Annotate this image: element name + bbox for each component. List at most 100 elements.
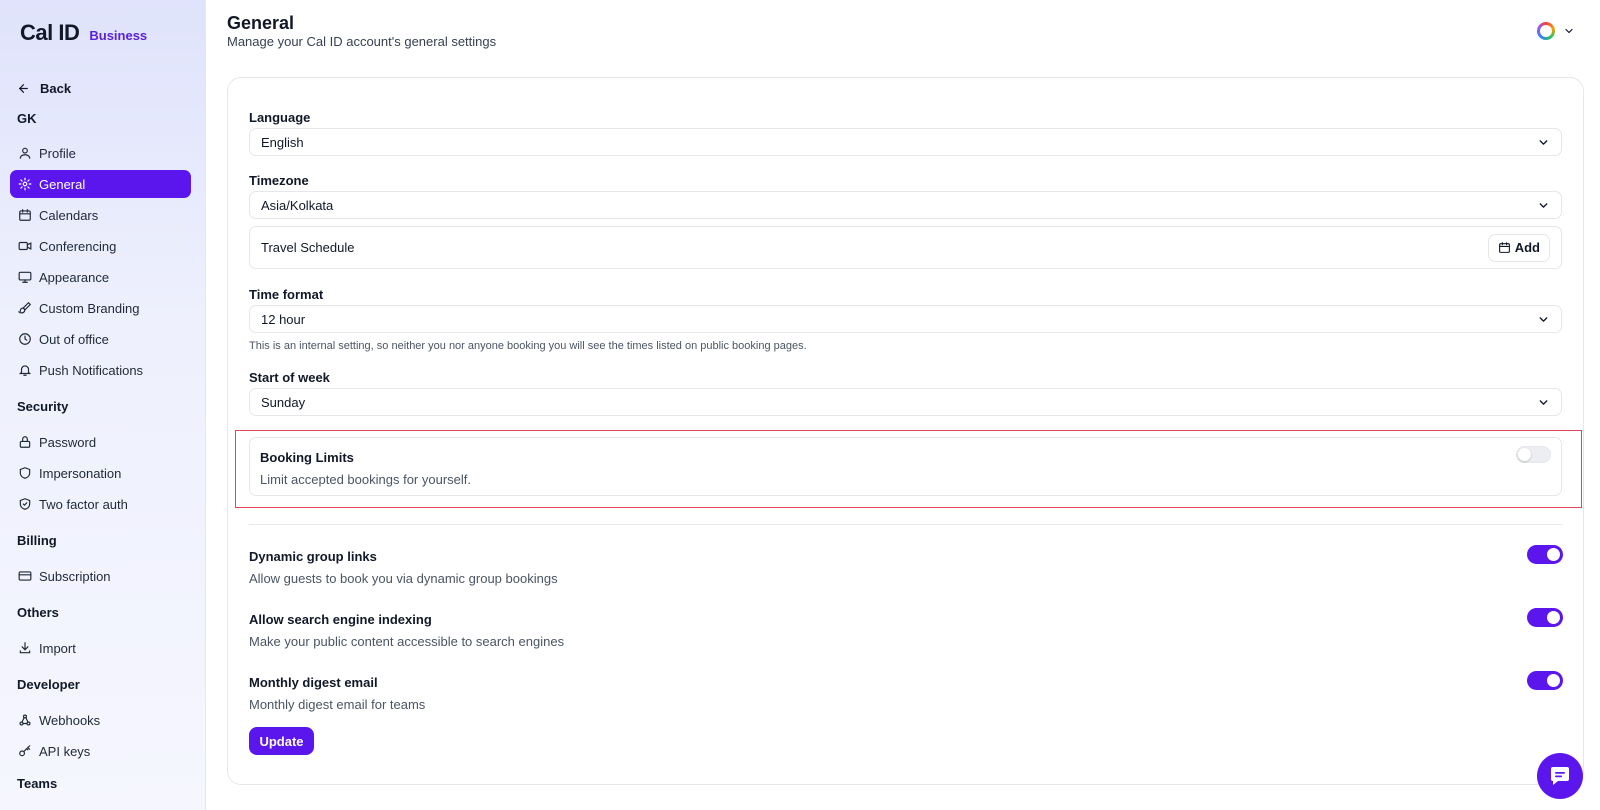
page-subtitle: Manage your Cal ID account's general set… [227,34,497,49]
language-value: English [261,134,304,150]
brand[interactable]: Cal ID Business [20,20,147,46]
time-format-hint: This is an internal setting, so neither … [249,340,807,352]
start-of-week-label: Start of week [249,370,330,385]
sidebar-item-out-of-office[interactable]: Out of office [10,325,191,353]
sidebar-item-label: Profile [39,145,76,161]
divider [249,524,1562,525]
monthly-digest-description: Monthly digest email for teams [249,697,426,712]
booking-limits-toggle[interactable] [1516,446,1551,463]
user-icon [19,147,31,159]
booking-limits-title: Booking Limits [260,450,354,465]
chevron-down-icon [1539,202,1548,208]
sidebar-item-webhooks[interactable]: Webhooks [10,706,191,734]
arrow-left-icon [19,84,28,93]
calendar-icon [1498,242,1510,253]
sidebar-item-subscription[interactable]: Subscription [10,562,191,590]
page-title: General [227,13,295,33]
chevron-down-icon [1539,399,1548,405]
update-button[interactable]: Update [249,727,314,755]
download-icon [19,642,31,654]
brand-logo: Cal ID [20,20,80,45]
back-label: Back [40,81,72,96]
search-indexing-title: Allow search engine indexing [249,612,432,627]
language-select[interactable]: English [249,128,1562,156]
sidebar-item-two-factor-auth[interactable]: Two factor auth [10,490,191,518]
search-indexing-toggle[interactable] [1527,608,1563,627]
timezone-value: Asia/Kolkata [261,197,334,213]
brand-tag: Business [89,28,148,43]
sidebar-item-impersonation[interactable]: Impersonation [10,459,191,487]
booking-limits-description: Limit accepted bookings for yourself. [260,472,471,487]
avatar [1537,22,1555,40]
timezone-select[interactable]: Asia/Kolkata [249,191,1562,219]
chat-button[interactable] [1537,753,1583,799]
user-menu[interactable] [1537,22,1575,40]
monitor-icon [18,271,32,283]
sidebar-item-import[interactable]: Import [10,634,191,662]
credit-card-icon [18,571,32,581]
sidebar-item-label: Impersonation [39,465,122,481]
time-format-value: 12 hour [261,311,306,327]
sidebar-item-conferencing[interactable]: Conferencing [10,232,191,260]
timezone-label: Timezone [249,173,309,188]
sidebar-item-label: Push Notifications [39,362,144,378]
sidebar: Cal ID Business Back GK Profile General … [0,0,206,810]
sidebar-item-label: Two factor auth [39,496,128,512]
dynamic-group-links-description: Allow guests to book you via dynamic gro… [249,571,558,586]
sidebar-item-label: Webhooks [39,712,101,728]
webhook-icon [19,714,31,726]
group-label-user: GK [17,111,37,126]
time-format-label: Time format [249,287,324,302]
sidebar-item-calendars[interactable]: Calendars [10,201,191,229]
shield-icon [19,467,31,479]
sidebar-item-push-notifications[interactable]: Push Notifications [10,356,191,384]
booking-limits-box [249,437,1562,496]
chevron-down-icon [1565,28,1573,34]
key-icon [19,745,31,757]
lock-icon [19,436,31,448]
sidebar-item-label: Custom Branding [39,300,140,316]
time-format-select[interactable]: 12 hour [249,305,1562,333]
bell-icon [18,365,32,376]
group-label-security: Security [17,399,69,414]
video-icon [18,241,32,251]
sidebar-item-label: Out of office [39,331,109,347]
dynamic-group-links-title: Dynamic group links [249,549,377,564]
back-link[interactable]: Back [17,81,71,96]
sidebar-item-label: Password [39,434,97,450]
chevron-down-icon [1539,316,1548,322]
add-button-label: Add [1514,240,1540,255]
travel-schedule-row: Travel Schedule Add [249,226,1562,269]
sidebar-item-label: General [39,176,86,192]
add-travel-schedule-button[interactable]: Add [1487,233,1550,262]
brush-icon [18,301,32,314]
start-of-week-select[interactable]: Sunday [249,388,1562,416]
sidebar-item-api-keys[interactable]: API keys [10,737,191,765]
chevron-down-icon [1539,139,1548,145]
monthly-digest-toggle[interactable] [1527,671,1563,690]
sidebar-item-label: API keys [39,743,91,759]
sidebar-item-password[interactable]: Password [10,428,191,456]
sidebar-item-label: Appearance [39,269,110,285]
group-label-others: Others [17,605,59,620]
start-of-week-value: Sunday [261,394,306,410]
sidebar-item-profile[interactable]: Profile [10,139,191,167]
sidebar-item-custom-branding[interactable]: Custom Branding [10,294,191,322]
language-label: Language [249,110,311,125]
sidebar-item-label: Conferencing [39,238,117,254]
search-indexing-description: Make your public content accessible to s… [249,634,565,649]
clock-icon [19,333,31,345]
chat-icon [1551,767,1569,785]
sidebar-item-appearance[interactable]: Appearance [10,263,191,291]
gear-icon [18,177,32,191]
sidebar-item-general[interactable]: General [10,170,191,198]
sidebar-item-label: Import [39,640,76,656]
sidebar-item-label: Calendars [39,207,99,223]
group-label-teams: Teams [17,776,58,791]
group-label-billing: Billing [17,533,57,548]
dynamic-group-links-toggle[interactable] [1527,545,1563,564]
shield-check-icon [19,498,31,510]
monthly-digest-title: Monthly digest email [249,675,378,690]
group-label-developer: Developer [17,677,80,692]
travel-schedule-label: Travel Schedule [261,240,355,255]
